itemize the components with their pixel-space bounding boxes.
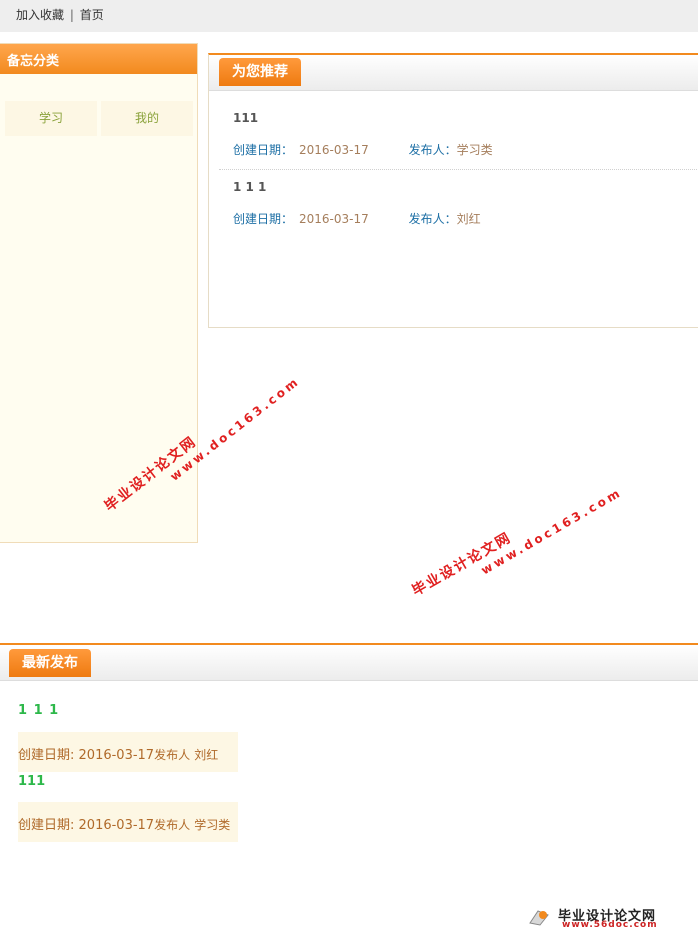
top-links: 加入收藏 | 首页 (16, 6, 104, 23)
author-label: 发布人 (154, 748, 191, 762)
logo-icon (529, 910, 549, 926)
recommend-item-meta: 创建日期： 2016-03-17 发布人：学习类 (233, 141, 693, 158)
recommend-header: 为您推荐 (209, 55, 698, 91)
sidebar-title: 备忘分类 (0, 44, 197, 74)
home-link[interactable]: 首页 (80, 8, 104, 22)
latest-item-meta: 创建日期: 2016-03-17发布人 刘红 (18, 732, 238, 772)
date-label: 创建日期: (18, 748, 75, 763)
recommend-panel: 为您推荐 111 创建日期： 2016-03-17 发布人：学习类 1 1 1 创… (208, 53, 698, 328)
author-label: 发布人： (408, 143, 457, 157)
site-logo: 毕业设计论文网 www.56doc.com (528, 905, 688, 931)
latest-tab[interactable]: 最新发布 (9, 649, 91, 677)
date-label: 创建日期： (233, 143, 294, 157)
author-value: 刘红 (456, 212, 481, 226)
author-value: 学习类 (194, 818, 231, 832)
latest-item-meta: 创建日期: 2016-03-17发布人 学习类 (18, 802, 238, 842)
latest-item-title[interactable]: 1 1 1 (18, 703, 59, 718)
recommend-item-title[interactable]: 1 1 1 (233, 180, 266, 194)
category-mine[interactable]: 我的 (101, 101, 193, 136)
add-favorite-link[interactable]: 加入收藏 (16, 8, 64, 22)
date-label: 创建日期: (18, 818, 75, 833)
logo-url: www.56doc.com (562, 920, 658, 930)
latest-item: 111 (18, 774, 45, 789)
author-value: 学习类 (456, 143, 493, 157)
date-value: 2016-03-17 (299, 143, 369, 157)
watermark-text: 毕业设计论文网 (409, 529, 515, 600)
recommend-item-title[interactable]: 111 (233, 111, 258, 125)
recommend-tab[interactable]: 为您推荐 (219, 58, 301, 86)
watermark: 毕业设计论文网 www.doc163.com (408, 468, 625, 613)
latest-item: 1 1 1 (18, 703, 59, 718)
category-study[interactable]: 学习 (5, 101, 97, 136)
date-label: 创建日期： (233, 212, 294, 226)
author-label: 发布人 (154, 818, 191, 832)
latest-header: 最新发布 (0, 645, 698, 681)
date-value: 2016-03-17 (78, 818, 155, 833)
recommend-item-meta: 创建日期： 2016-03-17 发布人：刘红 (233, 210, 693, 227)
top-bar: 加入收藏 | 首页 (0, 0, 698, 32)
date-value: 2016-03-17 (78, 748, 155, 763)
date-value: 2016-03-17 (299, 212, 369, 226)
author-label: 发布人： (408, 212, 457, 226)
latest-item-title[interactable]: 111 (18, 774, 45, 789)
author-value: 刘红 (194, 748, 219, 762)
latest-panel: 最新发布 (0, 643, 698, 681)
top-links-separator: | (69, 8, 74, 22)
recommend-divider (219, 169, 698, 170)
